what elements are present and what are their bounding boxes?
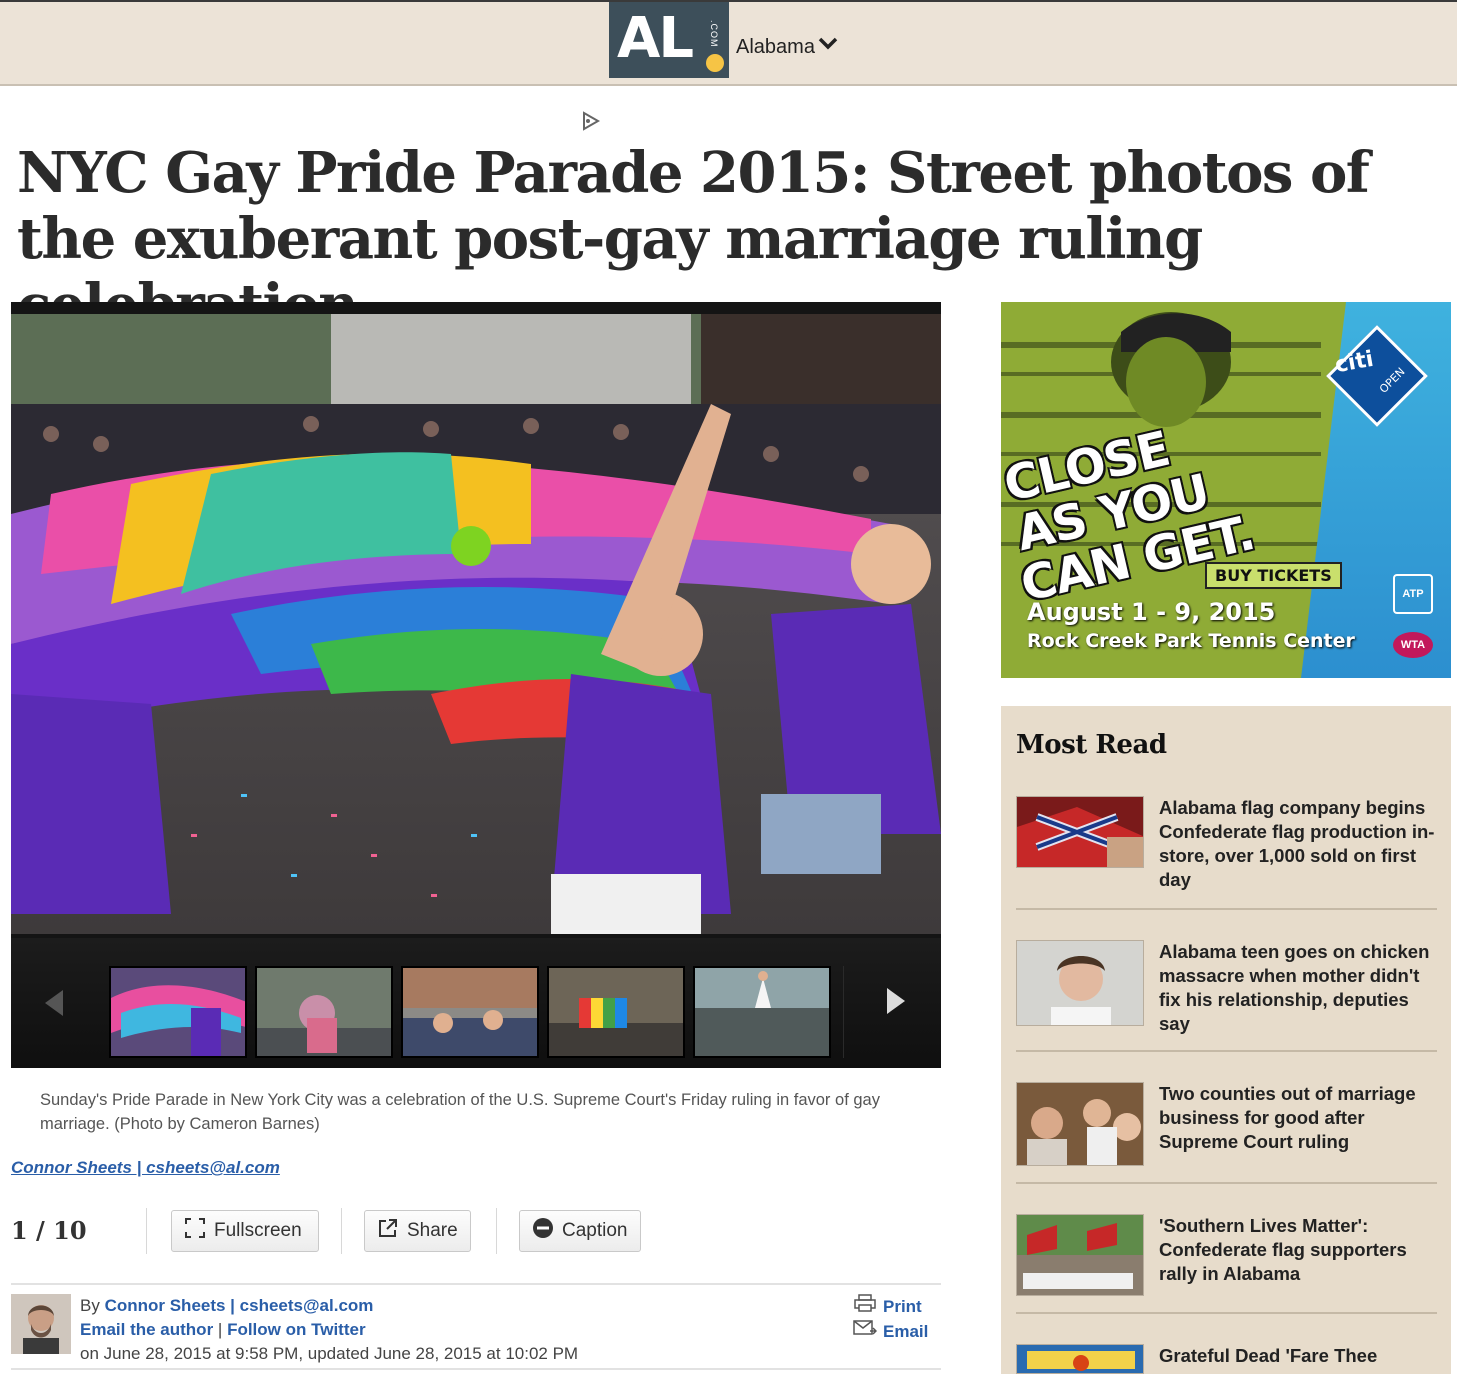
divider — [1016, 908, 1437, 910]
gallery-thumbnail[interactable] — [255, 966, 393, 1058]
previous-arrow-icon[interactable] — [41, 988, 67, 1027]
fullscreen-label: Fullscreen — [214, 1220, 302, 1241]
site-header: AL .COM Alabama — [0, 0, 1457, 86]
ad-buy-tickets-button[interactable]: BUY TICKETS — [1205, 562, 1342, 589]
publish-date: on June 28, 2015 at 9:58 PM, updated Jun… — [80, 1344, 579, 1363]
atp-logo: ATP — [1393, 574, 1433, 614]
email-link[interactable]: Email — [853, 1319, 928, 1344]
most-read-thumbnail[interactable] — [1016, 1214, 1144, 1296]
author-avatar[interactable] — [11, 1294, 71, 1354]
print-link[interactable]: Print — [853, 1294, 928, 1319]
chevron-down-icon[interactable] — [818, 30, 838, 56]
gallery-thumbnail[interactable] — [109, 966, 247, 1058]
author-block: By Connor Sheets | csheets@al.com Email … — [11, 1294, 941, 1364]
photo-counter: 1 / 10 — [11, 1216, 87, 1245]
follow-twitter-link[interactable]: Follow on Twitter — [227, 1320, 366, 1339]
ad-venue: Rock Creek Park Tennis Center — [1027, 630, 1355, 652]
photo-caption: Sunday's Pride Parade in New York City w… — [40, 1091, 880, 1133]
photo-credit-link[interactable]: Connor Sheets | csheets@al.com — [11, 1158, 280, 1178]
author-meta: By Connor Sheets | csheets@al.com Email … — [80, 1294, 578, 1366]
thumbnail-divider — [843, 966, 844, 1058]
divider — [496, 1208, 497, 1254]
most-read-thumbnail[interactable] — [1016, 796, 1144, 868]
fullscreen-button[interactable]: Fullscreen — [171, 1210, 319, 1252]
by-label: By — [80, 1296, 105, 1315]
ad-dates: August 1 - 9, 2015 — [1027, 598, 1276, 626]
share-label: Share — [407, 1220, 458, 1241]
share-button[interactable]: Share — [364, 1210, 471, 1252]
gallery-thumbnail[interactable] — [693, 966, 831, 1058]
print-email-links: Print Email — [853, 1294, 928, 1344]
minus-circle-icon — [532, 1217, 554, 1245]
most-read-headline[interactable]: Alabama flag company begins Confederate … — [1159, 796, 1439, 892]
most-read-headline[interactable]: 'Southern Lives Matter': Confederate fla… — [1159, 1214, 1439, 1286]
gallery-controls: 1 / 10 Fullscreen Share Caption — [11, 1208, 941, 1258]
divider — [11, 1283, 941, 1285]
gallery-main-photo[interactable] — [11, 314, 941, 934]
gallery-thumbnail[interactable] — [547, 966, 685, 1058]
most-read-thumbnail[interactable] — [1016, 1344, 1144, 1374]
most-read-headline[interactable]: Grateful Dead 'Fare Thee — [1159, 1344, 1439, 1368]
fullscreen-icon — [184, 1217, 206, 1245]
share-icon — [377, 1217, 399, 1245]
divider — [1016, 1312, 1437, 1314]
edition-selector[interactable]: Alabama — [736, 36, 815, 59]
divider — [341, 1208, 342, 1254]
most-read-headline[interactable]: Two counties out of marriage business fo… — [1159, 1082, 1439, 1154]
print-label: Print — [883, 1296, 922, 1316]
divider — [146, 1208, 147, 1254]
most-read-item[interactable]: 'Southern Lives Matter': Confederate fla… — [1016, 1214, 1437, 1304]
photo-gallery — [11, 302, 941, 1068]
logo-dot — [706, 54, 724, 72]
logo-text: AL — [617, 6, 694, 71]
most-read-item[interactable]: Two counties out of marriage business fo… — [1016, 1082, 1437, 1172]
most-read-item[interactable]: Alabama teen goes on chicken massacre wh… — [1016, 940, 1437, 1034]
byline-separator: | — [213, 1320, 228, 1339]
logo-suffix: .COM — [709, 20, 719, 48]
email-author-link[interactable]: Email the author — [80, 1320, 213, 1339]
most-read-item[interactable]: Grateful Dead 'Fare Thee — [1016, 1344, 1437, 1374]
caption-button[interactable]: Caption — [519, 1210, 641, 1252]
al-logo[interactable]: AL .COM — [609, 2, 729, 78]
divider — [1016, 1182, 1437, 1184]
advertisement-citi-open[interactable]: CLOSE AS YOU CAN GET. BUY TICKETS August… — [1001, 302, 1451, 678]
most-read-headline[interactable]: Alabama teen goes on chicken massacre wh… — [1159, 940, 1439, 1036]
wta-logo: WTA — [1393, 632, 1433, 658]
most-read-thumbnail[interactable] — [1016, 940, 1144, 1026]
next-arrow-icon[interactable] — [883, 986, 909, 1025]
most-read-thumbnail[interactable] — [1016, 1082, 1144, 1166]
adchoices-icon[interactable] — [580, 110, 602, 132]
printer-icon — [853, 1294, 877, 1319]
author-link[interactable]: Connor Sheets | csheets@al.com — [105, 1296, 374, 1315]
most-read-title: Most Read — [1016, 730, 1167, 760]
email-label: Email — [883, 1321, 929, 1341]
thumbnail-strip — [11, 938, 941, 1068]
most-read-panel: Most Read Alabama flag company begins Co… — [1001, 706, 1451, 1374]
most-read-item[interactable]: Alabama flag company begins Confederate … — [1016, 796, 1437, 890]
divider — [11, 1368, 941, 1370]
envelope-icon — [853, 1319, 878, 1344]
gallery-thumbnail[interactable] — [401, 966, 539, 1058]
divider — [1016, 1050, 1437, 1052]
caption-label: Caption — [562, 1220, 628, 1241]
